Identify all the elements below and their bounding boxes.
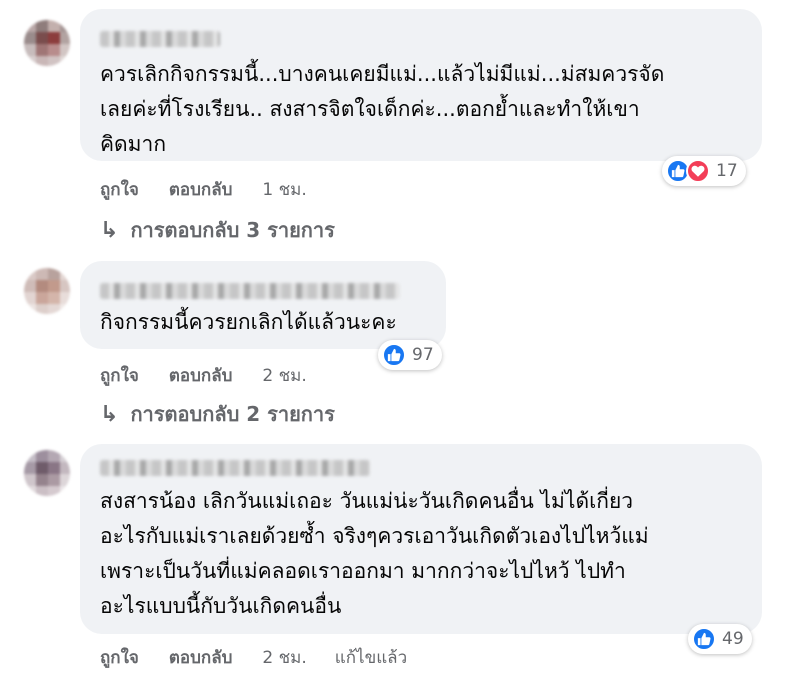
reply-button[interactable]: ตอบกลับ xyxy=(169,176,233,203)
like-button[interactable]: ถูกใจ xyxy=(100,176,139,203)
reaction-summary[interactable]: 97 xyxy=(378,340,442,370)
comment-text: สงสารน้อง เลิกวันแม่เถอะ วันแม่น่ะวันเกิ… xyxy=(100,489,649,618)
timestamp[interactable]: 2 ชม. xyxy=(262,362,306,389)
author-name[interactable] xyxy=(100,283,400,299)
comment-actions: ถูกใจ ตอบกลับ 2 ชม. แก้ไขแล้ว xyxy=(100,644,437,671)
avatar[interactable] xyxy=(24,20,70,66)
author-name[interactable] xyxy=(100,31,220,47)
avatar[interactable] xyxy=(24,450,70,496)
edited-label[interactable]: แก้ไขแล้ว xyxy=(335,644,407,671)
comment-text: กิจกรรมนี้ควรยกเลิกได้แล้วนะคะ xyxy=(100,310,397,334)
love-icon xyxy=(686,159,710,183)
like-button[interactable]: ถูกใจ xyxy=(100,362,139,389)
reaction-count: 97 xyxy=(412,345,434,365)
comment-bubble: กิจกรรมนี้ควรยกเลิกได้แล้วนะคะ xyxy=(80,261,446,349)
comment-bubble: ควรเลิกกิจกรรมนี้...บางคนเคยมีแม่...แล้ว… xyxy=(80,9,762,161)
view-replies-link[interactable]: ↳ การตอบกลับ 2 รายการ xyxy=(100,398,335,430)
reaction-count: 17 xyxy=(716,161,738,181)
reply-arrow-icon: ↳ xyxy=(100,401,119,427)
comment-actions: ถูกใจ ตอบกลับ 2 ชม. xyxy=(100,362,335,389)
replies-label: การตอบกลับ 3 รายการ xyxy=(130,218,335,242)
like-button[interactable]: ถูกใจ xyxy=(100,644,139,671)
reply-button[interactable]: ตอบกลับ xyxy=(169,362,233,389)
reaction-summary[interactable]: 49 xyxy=(688,624,752,654)
reply-arrow-icon: ↳ xyxy=(100,217,119,243)
like-icon xyxy=(382,343,406,367)
timestamp[interactable]: 2 ชม. xyxy=(262,644,306,671)
view-replies-link[interactable]: ↳ การตอบกลับ 3 รายการ xyxy=(100,214,335,246)
comment-text: ควรเลิกกิจกรรมนี้...บางคนเคยมีแม่...แล้ว… xyxy=(100,62,665,156)
reaction-count: 49 xyxy=(722,629,744,649)
comment-bubble: สงสารน้อง เลิกวันแม่เถอะ วันแม่น่ะวันเกิ… xyxy=(80,444,762,634)
timestamp[interactable]: 1 ชม. xyxy=(262,176,306,203)
comment-actions: ถูกใจ ตอบกลับ 1 ชม. xyxy=(100,176,335,203)
avatar[interactable] xyxy=(24,268,70,314)
author-name[interactable] xyxy=(100,460,370,476)
reaction-summary[interactable]: 17 xyxy=(662,156,746,186)
replies-label: การตอบกลับ 2 รายการ xyxy=(130,402,335,426)
reply-button[interactable]: ตอบกลับ xyxy=(169,644,233,671)
like-icon xyxy=(692,627,716,651)
